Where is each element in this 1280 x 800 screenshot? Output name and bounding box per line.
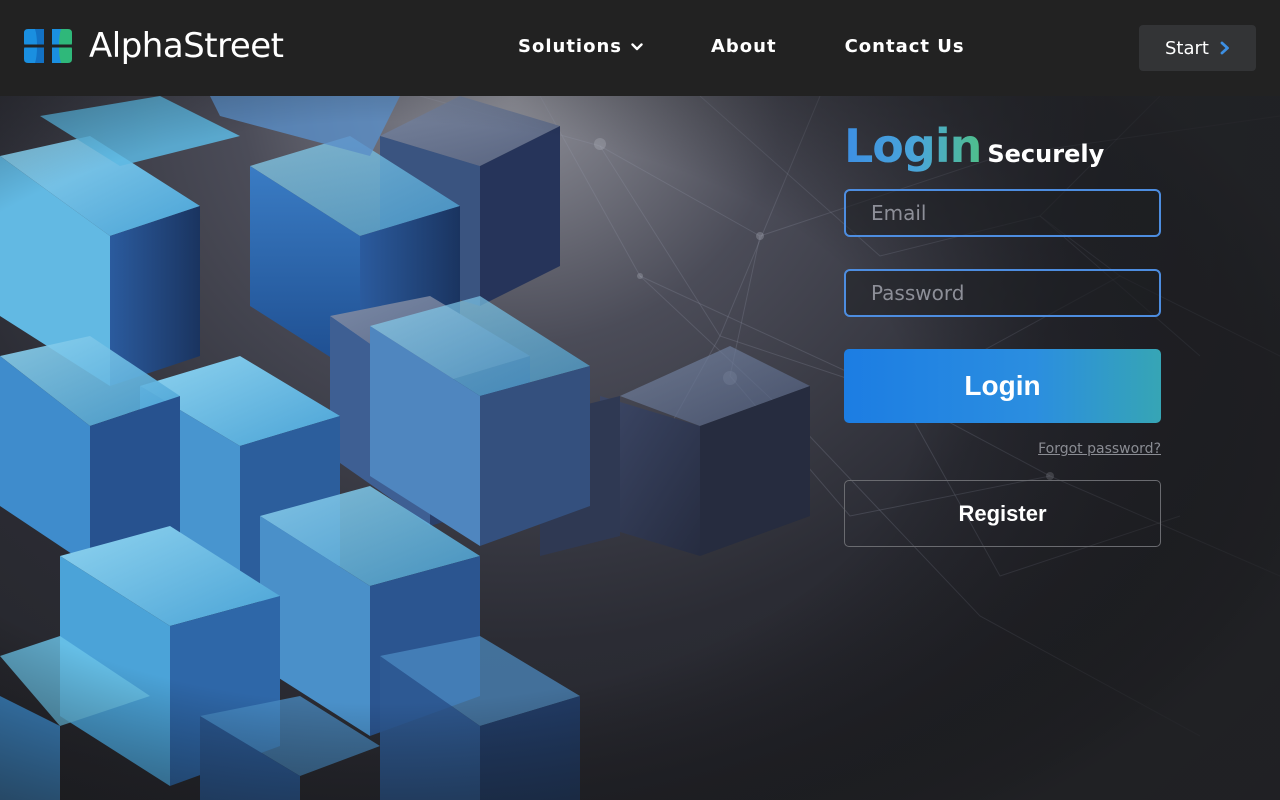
login-subtitle: Securely xyxy=(987,140,1105,168)
brand-logo[interactable]: AlphaStreet xyxy=(24,26,284,66)
register-button[interactable]: Register xyxy=(844,480,1161,547)
login-heading: Login Securely xyxy=(844,118,1104,186)
password-field[interactable] xyxy=(844,269,1161,317)
nav-solutions[interactable]: Solutions xyxy=(518,34,643,60)
main-nav: Solutions About Contact Us xyxy=(518,34,965,60)
nav-about-label: About xyxy=(710,36,777,57)
alphastreet-logo-icon xyxy=(24,29,72,63)
top-navigation-bar: AlphaStreet Solutions About Contact Us S… xyxy=(0,0,1280,96)
nav-solutions-label: Solutions xyxy=(518,36,622,57)
nav-contact-label: Contact Us xyxy=(844,36,965,57)
nav-about[interactable]: About xyxy=(711,34,777,60)
nav-contact-us[interactable]: Contact Us xyxy=(845,34,965,60)
login-button[interactable]: Login xyxy=(844,349,1161,423)
forgot-password-link[interactable]: Forgot password? xyxy=(1038,441,1161,457)
chevron-down-icon xyxy=(631,43,643,51)
start-button-label: Start xyxy=(1165,37,1209,59)
login-title: Login xyxy=(844,119,982,173)
start-button[interactable]: Start xyxy=(1139,25,1256,71)
chevron-right-icon xyxy=(1220,41,1229,55)
brand-name: AlphaStreet xyxy=(89,26,284,66)
email-field[interactable] xyxy=(844,189,1161,237)
